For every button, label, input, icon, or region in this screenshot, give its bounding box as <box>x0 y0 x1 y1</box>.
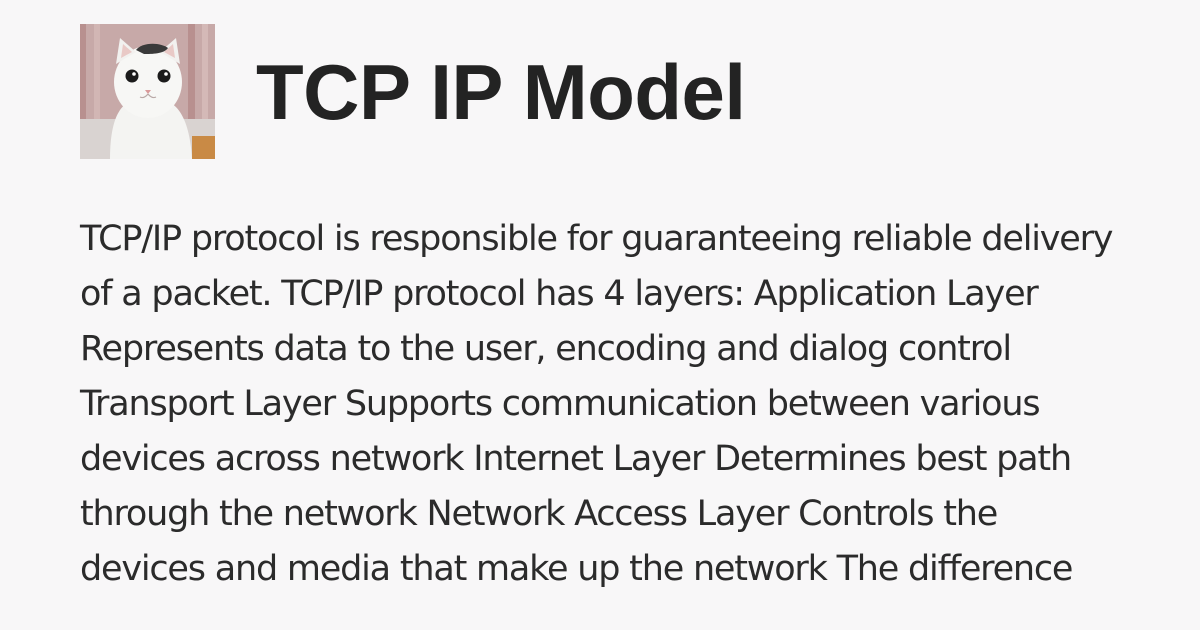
page-title: TCP IP Model <box>256 48 746 136</box>
description-paragraph: TCP/IP protocol is responsible for guara… <box>80 219 1114 589</box>
preview-card: TCP IP Model TCP/IP protocol is responsi… <box>0 0 1200 630</box>
avatar <box>80 24 215 159</box>
cat-photo-icon <box>80 24 215 159</box>
